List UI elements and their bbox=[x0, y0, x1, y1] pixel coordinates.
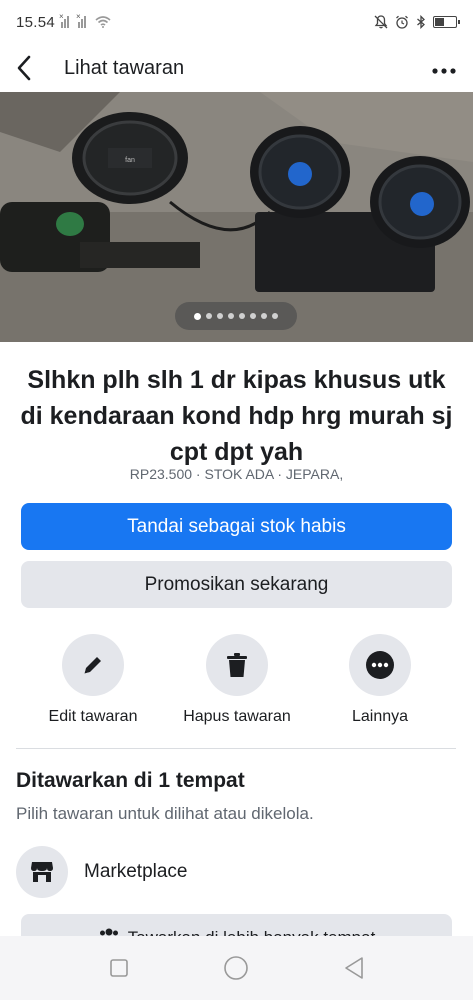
signal-icon: × bbox=[76, 12, 89, 28]
action-row: Edit tawaran Hapus tawaran Lainnya bbox=[0, 634, 473, 730]
wifi-icon bbox=[95, 16, 111, 28]
recent-apps-button[interactable] bbox=[99, 948, 139, 988]
place-label: Marketplace bbox=[84, 861, 188, 882]
trash-icon bbox=[227, 653, 247, 677]
page-title: Lihat tawaran bbox=[64, 56, 185, 79]
delete-listing-label: Hapus tawaran bbox=[183, 708, 291, 725]
pager-dot[interactable] bbox=[272, 313, 278, 319]
status-time: 15.54 bbox=[16, 13, 56, 31]
home-button[interactable] bbox=[216, 948, 256, 988]
square-icon bbox=[110, 959, 128, 977]
mark-sold-button[interactable]: Tandai sebagai stok habis bbox=[21, 503, 452, 550]
listing-title: Slhkn plh slh 1 dr kipas khusus utk di k… bbox=[20, 366, 453, 466]
storefront-icon-wrap bbox=[16, 846, 68, 898]
places-section-title: Ditawarkan di 1 tempat bbox=[16, 769, 245, 792]
delete-listing-button[interactable] bbox=[206, 634, 268, 696]
photo-pager[interactable] bbox=[175, 302, 297, 330]
edit-listing-button[interactable] bbox=[62, 634, 124, 696]
pager-dot[interactable] bbox=[228, 313, 234, 319]
back-button[interactable] bbox=[16, 48, 48, 88]
promote-button[interactable]: Promosikan sekarang bbox=[21, 561, 452, 608]
more-action-label: Lainnya bbox=[351, 708, 409, 725]
pager-dot[interactable] bbox=[206, 313, 212, 319]
alarm-icon bbox=[396, 15, 408, 29]
status-right bbox=[374, 15, 460, 29]
pager-dot[interactable] bbox=[239, 313, 245, 319]
status-bar: 15.54 × × bbox=[0, 0, 473, 44]
listing-meta: RP23.500 · STOK ADA · JEPARA, bbox=[129, 466, 344, 482]
places-section-subtitle: Pilih tawaran untuk dilihat atau dikelol… bbox=[16, 804, 314, 823]
storefront-icon bbox=[31, 862, 53, 882]
more-icon bbox=[366, 651, 394, 679]
bluetooth-icon bbox=[417, 15, 425, 29]
system-nav-bar bbox=[0, 936, 473, 1000]
pager-dot[interactable] bbox=[194, 312, 201, 320]
signal-icon: × bbox=[59, 12, 72, 28]
status-left: 15.54 × × bbox=[16, 12, 111, 31]
pager-dot[interactable] bbox=[250, 313, 256, 319]
edit-listing-action[interactable]: Edit tawaran bbox=[13, 634, 173, 726]
more-horizontal-icon bbox=[432, 68, 456, 74]
circle-icon bbox=[224, 956, 249, 980]
pager-dot[interactable] bbox=[217, 313, 223, 319]
place-item-marketplace[interactable]: Marketplace bbox=[16, 846, 188, 898]
app-header: Lihat tawaran bbox=[0, 44, 473, 92]
delete-listing-action[interactable]: Hapus tawaran bbox=[157, 634, 317, 726]
section-divider bbox=[16, 748, 456, 749]
pager-dot[interactable] bbox=[261, 313, 267, 319]
battery-icon bbox=[433, 16, 460, 28]
mute-icon bbox=[374, 15, 388, 29]
back-arrow-icon bbox=[17, 55, 31, 81]
more-options-button[interactable] bbox=[431, 55, 457, 81]
triangle-back-icon bbox=[345, 957, 363, 979]
more-action[interactable]: Lainnya bbox=[300, 634, 460, 726]
svg-text:fan: fan bbox=[125, 157, 135, 164]
back-nav-button[interactable] bbox=[334, 948, 374, 988]
more-action-button[interactable] bbox=[349, 634, 411, 696]
edit-listing-label: Edit tawaran bbox=[48, 708, 138, 725]
pencil-icon bbox=[84, 657, 101, 674]
